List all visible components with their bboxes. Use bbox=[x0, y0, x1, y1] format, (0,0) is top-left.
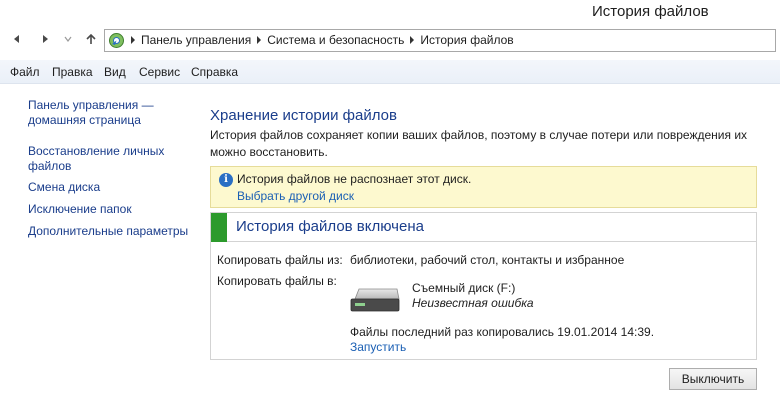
info-icon: i bbox=[219, 173, 233, 187]
copy-from-label: Копировать файлы из: bbox=[217, 253, 343, 267]
breadcrumb: Панель управления Система и безопасность… bbox=[129, 33, 514, 47]
breadcrumb-item-system-security[interactable]: Система и безопасность bbox=[267, 33, 404, 47]
menu-help[interactable]: Справка bbox=[191, 65, 238, 79]
breadcrumb-separator-icon bbox=[410, 36, 415, 44]
status-panel: История файлов включена Копировать файлы… bbox=[210, 212, 757, 360]
status-indicator bbox=[211, 213, 227, 242]
sidebar: Панель управления — домашняя страница Во… bbox=[0, 85, 200, 411]
copy-to-label: Копировать файлы в: bbox=[217, 274, 337, 288]
select-another-drive-link[interactable]: Выбрать другой диск bbox=[237, 189, 354, 203]
menu-tools[interactable]: Сервис bbox=[139, 65, 180, 79]
up-button[interactable] bbox=[82, 30, 100, 48]
breadcrumb-separator-icon bbox=[131, 36, 135, 44]
menu-bar: Файл Правка Вид Сервис Справка bbox=[0, 60, 780, 84]
control-panel-icon bbox=[109, 33, 124, 48]
copy-from-value: библиотеки, рабочий стол, контакты и изб… bbox=[350, 253, 625, 267]
drive-name: Съемный диск (F:) bbox=[412, 281, 516, 295]
sidebar-item-restore-files[interactable]: Восстановление личных файлов bbox=[28, 144, 168, 174]
sidebar-item-control-panel-home[interactable]: Панель управления — домашняя страница bbox=[28, 98, 158, 128]
run-now-link[interactable]: Запустить bbox=[350, 340, 406, 354]
page-description: История файлов сохраняет копии ваших фай… bbox=[210, 128, 748, 159]
drive-error: Неизвестная ошибка bbox=[412, 296, 534, 310]
sidebar-item-advanced-settings[interactable]: Дополнительные параметры bbox=[28, 224, 198, 239]
menu-view[interactable]: Вид bbox=[104, 65, 126, 79]
back-button[interactable] bbox=[8, 30, 26, 48]
warning-text: История файлов не распознает этот диск. bbox=[237, 172, 472, 186]
page-title: Хранение истории файлов bbox=[210, 107, 397, 124]
warning-banner: i История файлов не распознает этот диск… bbox=[210, 166, 757, 208]
address-bar[interactable]: Панель управления Система и безопасность… bbox=[104, 29, 776, 52]
window-title: История файлов bbox=[592, 3, 709, 20]
breadcrumb-separator-icon bbox=[257, 36, 262, 44]
recent-locations-button[interactable] bbox=[62, 30, 74, 48]
turn-off-button[interactable]: Выключить bbox=[669, 368, 757, 390]
menu-file[interactable]: Файл bbox=[10, 65, 40, 79]
up-arrow-icon bbox=[86, 33, 96, 44]
status-header: История файлов включена bbox=[211, 213, 756, 242]
breadcrumb-item-control-panel[interactable]: Панель управления bbox=[141, 33, 251, 47]
title-bar: История файлов bbox=[0, 0, 780, 24]
sidebar-item-change-drive[interactable]: Смена диска bbox=[28, 180, 198, 195]
forward-arrow-icon bbox=[43, 35, 48, 43]
sidebar-item-exclude-folders[interactable]: Исключение папок bbox=[28, 202, 198, 217]
breadcrumb-item-file-history[interactable]: История файлов bbox=[420, 33, 513, 47]
status-title: История файлов включена bbox=[236, 218, 424, 235]
forward-button[interactable] bbox=[36, 30, 54, 48]
last-copy-text: Файлы последний раз копировались 19.01.2… bbox=[350, 325, 655, 339]
back-arrow-icon bbox=[14, 35, 19, 43]
menu-edit[interactable]: Правка bbox=[52, 65, 93, 79]
removable-drive-icon bbox=[350, 288, 400, 312]
chevron-down-icon bbox=[64, 36, 72, 42]
navigation-bar: Панель управления Система и безопасность… bbox=[0, 24, 780, 56]
